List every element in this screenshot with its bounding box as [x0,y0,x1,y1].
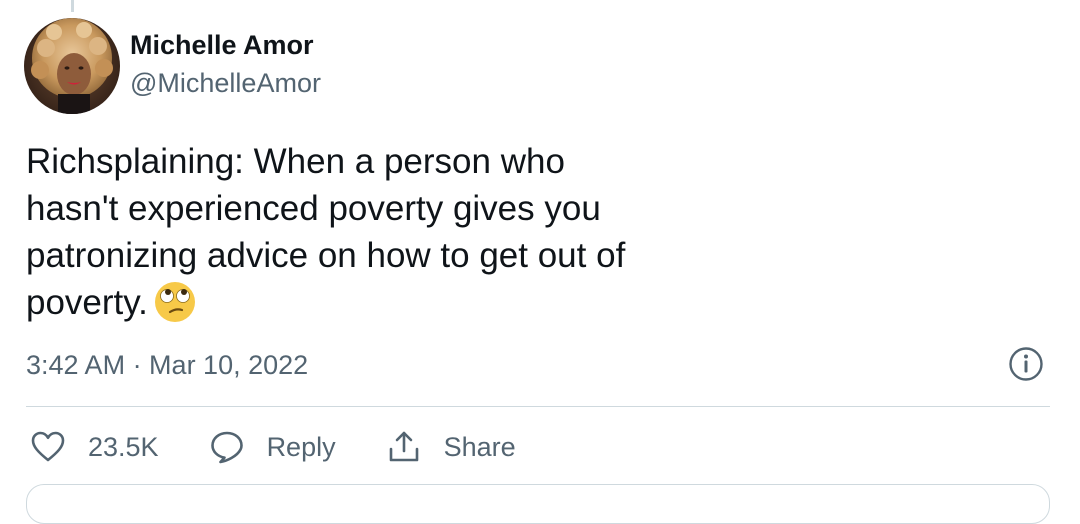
speech-bubble-icon [210,431,243,464]
reply-button[interactable]: Reply [209,429,336,465]
like-button[interactable]: 23.5K [30,429,159,465]
info-icon[interactable] [1008,346,1044,382]
tweet-body: Richsplaining: When a person who hasn't … [26,142,626,322]
share-label: Share [443,432,516,462]
next-card-edge [26,484,1050,524]
reply-label: Reply [266,432,336,462]
author-handle[interactable]: @MichelleAmor [130,66,321,100]
divider [26,406,1050,407]
thread-connector-line [71,0,74,12]
share-button[interactable]: Share [386,429,516,465]
avatar[interactable] [24,18,120,114]
tweet-actions: 23.5K Reply Share [30,426,566,468]
heart-icon [31,431,65,462]
rolling-eyes-emoji-icon [154,282,195,322]
share-icon [389,431,418,462]
avatar-image [24,18,120,114]
author-block[interactable]: Michelle Amor @MichelleAmor [130,28,321,100]
author-name[interactable]: Michelle Amor [130,28,321,62]
tweet-timestamp[interactable]: 3:42 AM · Mar 10, 2022 [26,348,308,382]
like-count: 23.5K [88,432,159,462]
tweet-text: Richsplaining: When a person who hasn't … [26,138,666,326]
